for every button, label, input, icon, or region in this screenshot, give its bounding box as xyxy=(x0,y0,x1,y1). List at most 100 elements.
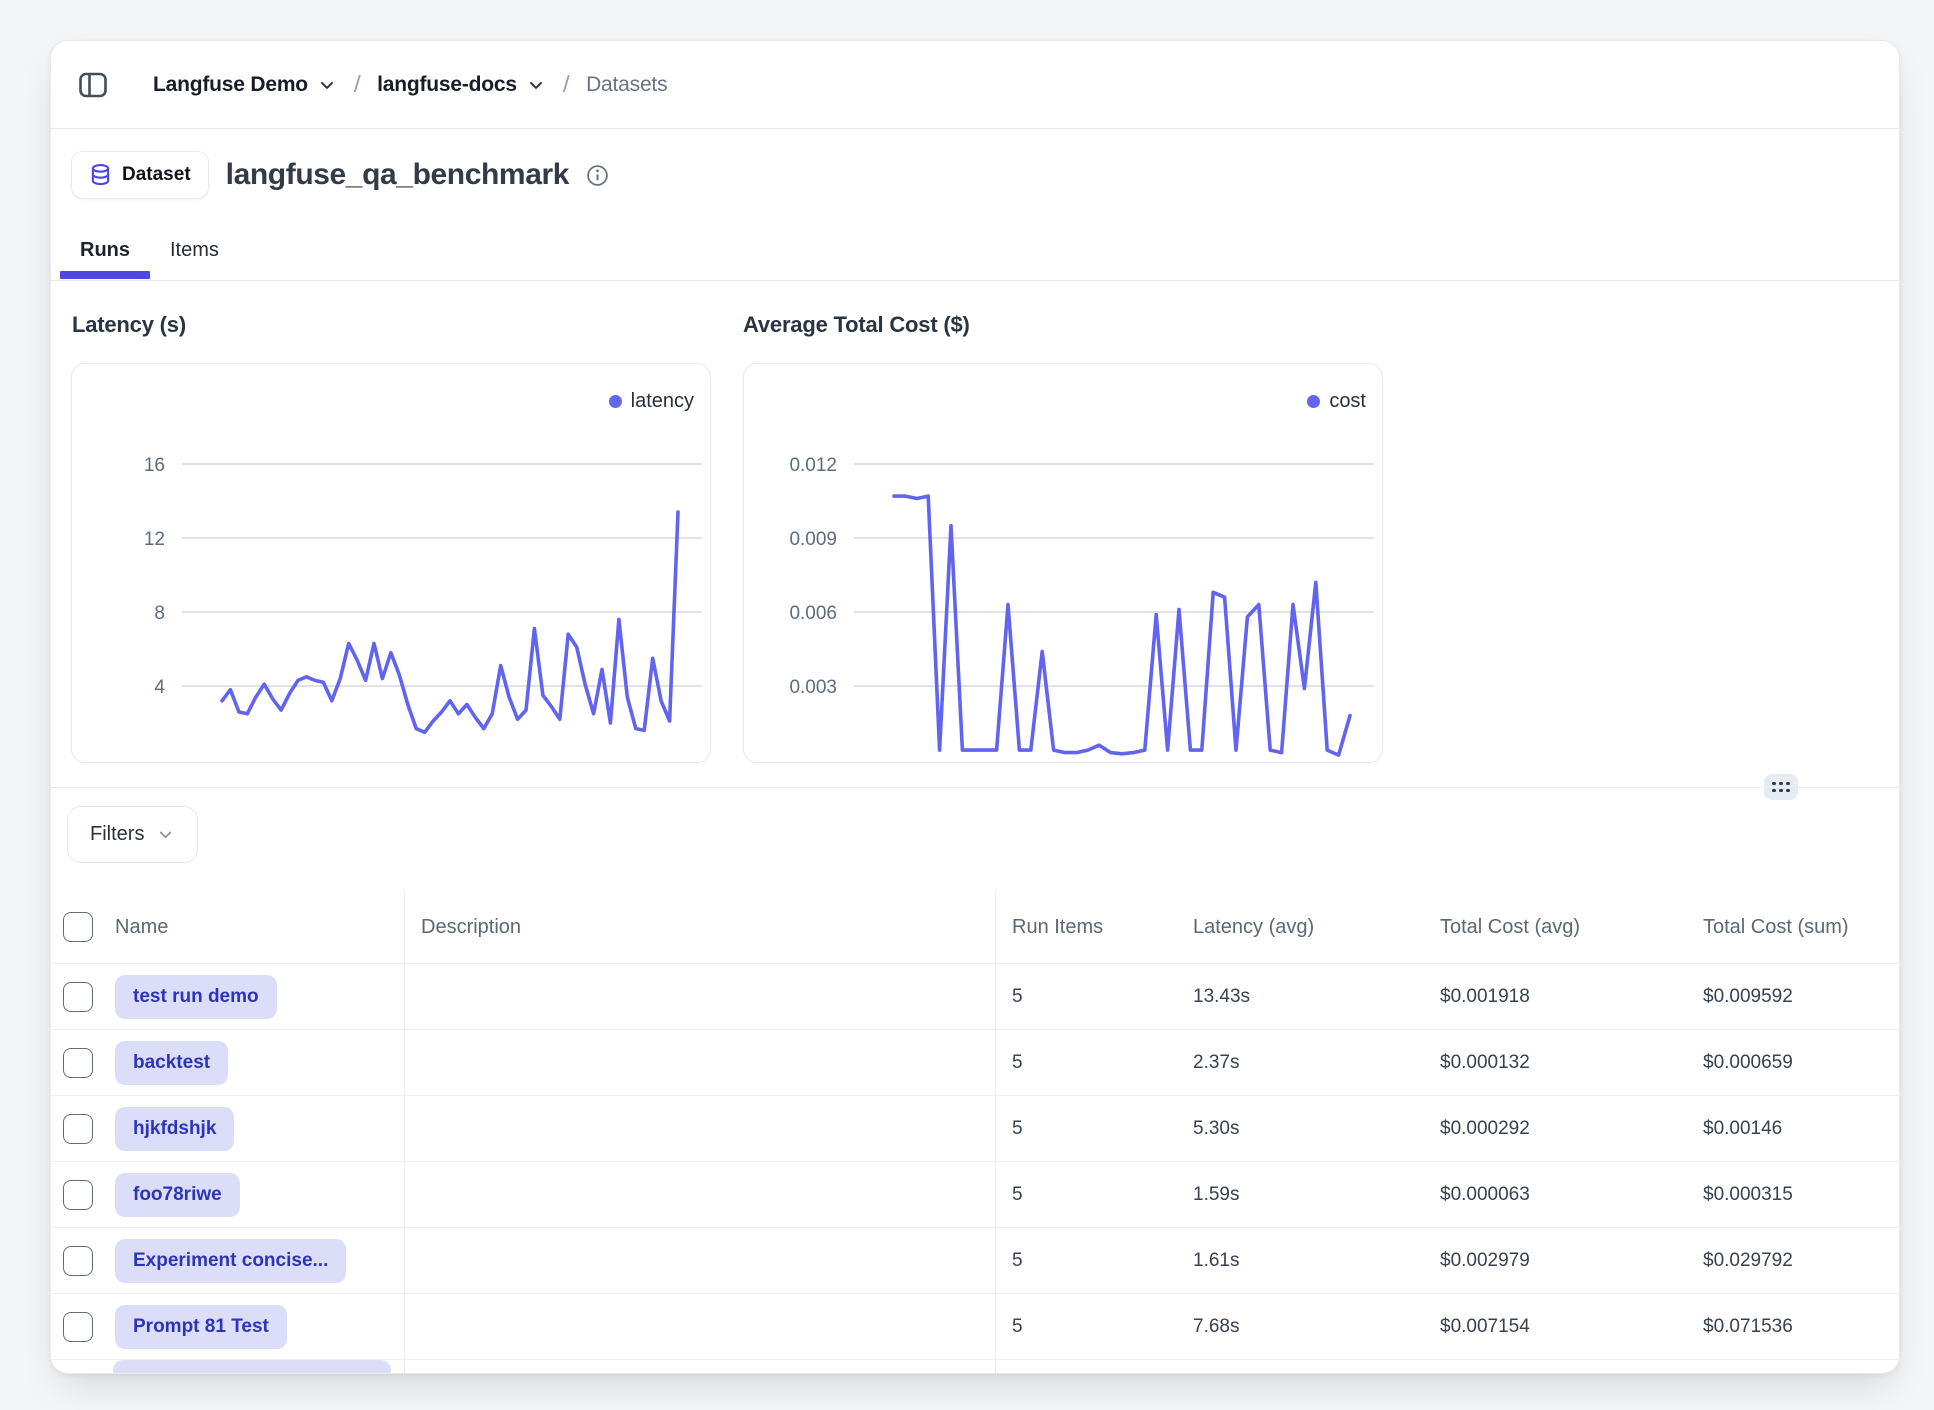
chevron-down-icon xyxy=(317,75,337,95)
legend-dot xyxy=(609,395,622,408)
table-row: Prompt 81 Test 5 7.68s $0.007154 $0.0715… xyxy=(51,1294,1899,1360)
breadcrumb-separator: / xyxy=(354,71,361,98)
row-checkbox[interactable] xyxy=(63,1048,93,1078)
latency-chart-legend: latency xyxy=(609,390,694,413)
breadcrumb-project[interactable]: langfuse-docs xyxy=(377,73,546,97)
tabbar-divider xyxy=(51,280,1899,281)
cost-chart-legend: cost xyxy=(1307,390,1366,413)
total-cost-avg-cell: $0.001918 xyxy=(1440,986,1703,1008)
run-name-badge[interactable]: backtest xyxy=(115,1041,228,1085)
svg-text:8: 8 xyxy=(154,603,165,624)
total-cost-avg-cell: $0.000292 xyxy=(1440,1118,1703,1140)
chevron-down-icon xyxy=(526,75,546,95)
table-row-partial xyxy=(51,1360,1899,1373)
total-cost-sum-cell: $0.00146 xyxy=(1703,1118,1899,1140)
panel-left-icon xyxy=(77,69,109,101)
svg-text:0.006: 0.006 xyxy=(789,603,837,624)
breadcrumb-org-label: Langfuse Demo xyxy=(153,73,308,97)
col-header-total-cost-sum: Total Cost (sum) xyxy=(1703,916,1899,939)
latency-chart-canvas: 16 12 8 4 xyxy=(72,364,710,762)
latency-avg-cell: 1.59s xyxy=(1193,1184,1440,1206)
cost-chart-canvas: 0.012 0.009 0.006 0.003 xyxy=(744,364,1382,762)
filters-button[interactable]: Filters xyxy=(67,806,198,863)
run-name-badge[interactable] xyxy=(113,1360,391,1373)
col-header-description: Description xyxy=(421,916,521,939)
total-cost-sum-cell: $0.009592 xyxy=(1703,986,1899,1008)
table-row: foo78riwe 5 1.59s $0.000063 $0.000315 xyxy=(51,1162,1899,1228)
run-items-cell: 5 xyxy=(996,1250,1193,1272)
panel-resize-handle-button[interactable] xyxy=(1764,774,1798,800)
col-header-run-items: Run Items xyxy=(996,916,1193,939)
run-name-badge[interactable]: foo78riwe xyxy=(115,1173,240,1217)
breadcrumb-project-label: langfuse-docs xyxy=(377,73,517,97)
svg-text:0.012: 0.012 xyxy=(789,455,837,476)
table-row: hjkfdshjk 5 5.30s $0.000292 $0.00146 xyxy=(51,1096,1899,1162)
dataset-badge: Dataset xyxy=(71,151,209,199)
table-row: backtest 5 2.37s $0.000132 $0.000659 xyxy=(51,1030,1899,1096)
page-title: langfuse_qa_benchmark xyxy=(226,158,569,192)
run-items-cell: 5 xyxy=(996,1316,1193,1338)
breadcrumb-separator: / xyxy=(563,71,570,98)
svg-text:4: 4 xyxy=(154,677,165,698)
select-all-checkbox[interactable] xyxy=(63,912,93,942)
tab-runs[interactable]: Runs xyxy=(60,229,150,271)
runs-table: Name Description Run Items Latency (avg)… xyxy=(51,891,1899,1373)
col-header-latency-avg: Latency (avg) xyxy=(1193,916,1440,939)
svg-text:0.003: 0.003 xyxy=(789,677,837,698)
row-checkbox[interactable] xyxy=(63,1180,93,1210)
total-cost-sum-cell: $0.000315 xyxy=(1703,1184,1899,1206)
row-checkbox[interactable] xyxy=(63,982,93,1012)
latency-avg-cell: 1.61s xyxy=(1193,1250,1440,1272)
run-name-badge[interactable]: Experiment concise... xyxy=(115,1239,346,1283)
cost-chart-title: Average Total Cost ($) xyxy=(743,312,970,338)
total-cost-avg-cell: $0.000063 xyxy=(1440,1184,1703,1206)
tab-items[interactable]: Items xyxy=(150,229,239,271)
svg-text:0.009: 0.009 xyxy=(789,529,837,550)
breadcrumb-org[interactable]: Langfuse Demo xyxy=(153,73,337,97)
top-navigation: Langfuse Demo / langfuse-docs / Datasets xyxy=(51,41,1899,129)
total-cost-sum-cell: $0.000659 xyxy=(1703,1052,1899,1074)
col-header-name: Name xyxy=(115,916,168,939)
total-cost-avg-cell: $0.002979 xyxy=(1440,1250,1703,1272)
tab-items-label: Items xyxy=(170,239,219,262)
run-items-cell: 5 xyxy=(996,986,1193,1008)
section-divider xyxy=(51,787,1899,788)
page-background: Langfuse Demo / langfuse-docs / Datasets xyxy=(0,0,1934,1410)
latency-avg-cell: 13.43s xyxy=(1193,986,1440,1008)
row-checkbox[interactable] xyxy=(63,1114,93,1144)
tab-bar: Runs Items xyxy=(60,229,239,271)
run-items-cell: 5 xyxy=(996,1118,1193,1140)
tab-runs-label: Runs xyxy=(80,239,130,262)
table-row: Experiment concise... 5 1.61s $0.002979 … xyxy=(51,1228,1899,1294)
run-items-cell: 5 xyxy=(996,1052,1193,1074)
cost-chart-card: 0.012 0.009 0.006 0.003 cost xyxy=(743,363,1383,763)
info-icon[interactable] xyxy=(586,164,609,187)
sidebar-toggle-button[interactable] xyxy=(77,69,109,101)
legend-dot xyxy=(1307,395,1320,408)
run-name-badge[interactable]: test run demo xyxy=(115,975,277,1019)
active-tab-underline xyxy=(60,271,150,279)
table-header-row: Name Description Run Items Latency (avg)… xyxy=(51,891,1899,964)
run-name-badge[interactable]: Prompt 81 Test xyxy=(115,1305,287,1349)
table-row: test run demo 5 13.43s $0.001918 $0.0095… xyxy=(51,964,1899,1030)
dataset-header: Dataset langfuse_qa_benchmark xyxy=(71,152,609,198)
filters-button-label: Filters xyxy=(90,823,144,846)
row-checkbox[interactable] xyxy=(63,1312,93,1342)
svg-text:16: 16 xyxy=(144,455,165,476)
breadcrumb-datasets[interactable]: Datasets xyxy=(586,73,667,97)
latency-avg-cell: 7.68s xyxy=(1193,1316,1440,1338)
total-cost-sum-cell: $0.029792 xyxy=(1703,1250,1899,1272)
run-name-badge[interactable]: hjkfdshjk xyxy=(115,1107,234,1151)
total-cost-sum-cell: $0.071536 xyxy=(1703,1316,1899,1338)
col-header-total-cost-avg: Total Cost (avg) xyxy=(1440,916,1703,939)
row-checkbox[interactable] xyxy=(63,1246,93,1276)
total-cost-avg-cell: $0.007154 xyxy=(1440,1316,1703,1338)
total-cost-avg-cell: $0.000132 xyxy=(1440,1052,1703,1074)
table-body: test run demo 5 13.43s $0.001918 $0.0095… xyxy=(51,964,1899,1360)
legend-label: cost xyxy=(1329,390,1366,413)
breadcrumb: Langfuse Demo / langfuse-docs / Datasets xyxy=(153,71,667,98)
latency-chart-card: 16 12 8 4 latency xyxy=(71,363,711,763)
latency-chart-title: Latency (s) xyxy=(72,312,186,338)
six-dot-grid-icon xyxy=(1772,782,1790,793)
svg-text:12: 12 xyxy=(144,529,165,550)
